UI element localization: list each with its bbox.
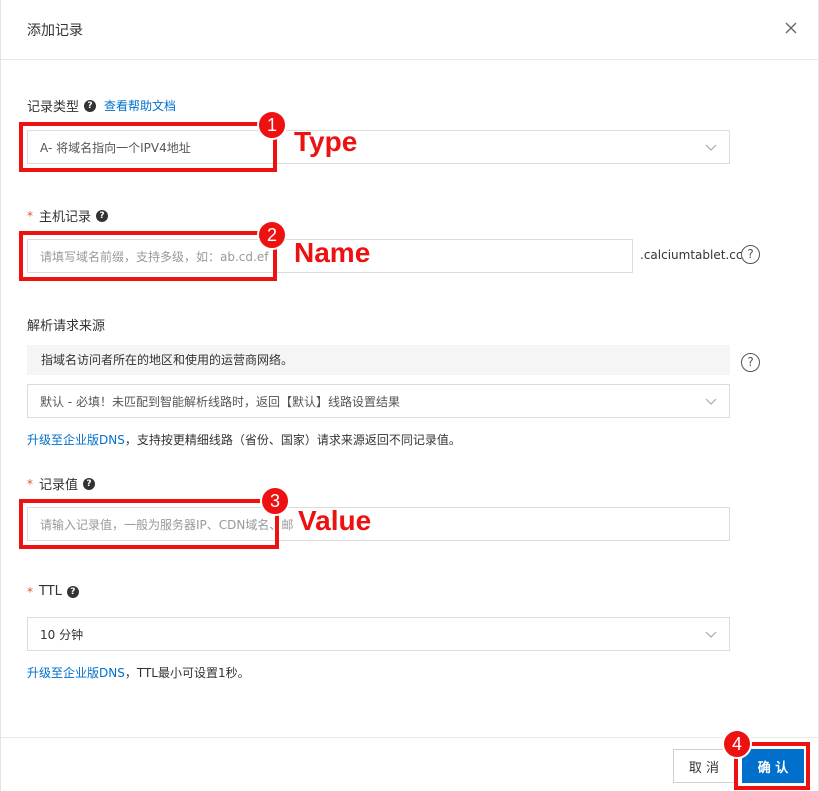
ttl-value: 10 分钟 <box>40 627 84 642</box>
domain-suffix: .calciumtablet.cc <box>640 248 743 262</box>
ttl-label-row: * TTL ? <box>27 584 79 599</box>
help-doc-link[interactable]: 查看帮助文档 <box>104 97 176 114</box>
source-value: 默认 - 必填！未匹配到智能解析线路时，返回【默认】线路设置结果 <box>40 394 400 409</box>
annotation-box-value <box>19 499 279 549</box>
help-icon[interactable]: ? <box>83 477 96 490</box>
required-mark: * <box>27 584 33 599</box>
annotation-number-1: 1 <box>257 110 287 140</box>
upgrade-dns-link[interactable]: 升级至企业版DNS <box>27 433 125 447</box>
host-record-label-row: * 主机记录 ? <box>27 206 109 225</box>
dialog-header: 添加记录 <box>1 0 819 60</box>
source-select[interactable]: 默认 - 必填！未匹配到智能解析线路时，返回【默认】线路设置结果 <box>27 384 730 418</box>
add-record-dialog: 添加记录 记录类型 ? 查看帮助文档 A- 将域名指向一个IPV4地址 * 主机… <box>0 0 819 791</box>
annotation-number-4: 4 <box>722 729 752 759</box>
close-icon[interactable] <box>782 19 800 37</box>
annotation-label-value: Value <box>298 505 372 536</box>
help-icon[interactable]: ? <box>96 209 109 222</box>
chevron-down-icon <box>705 144 717 151</box>
required-mark: * <box>27 208 33 223</box>
annotation-box-name <box>19 231 277 281</box>
upgrade-dns-link[interactable]: 升级至企业版DNS <box>27 666 125 680</box>
source-hint: 升级至企业版DNS，支持按更精细线路（省份、国家）请求来源返回不同记录值。 <box>27 431 461 448</box>
source-label-row: 解析请求来源 <box>27 315 105 334</box>
help-icon[interactable]: ? <box>84 99 97 112</box>
ttl-select[interactable]: 10 分钟 <box>27 617 730 651</box>
ttl-hint-text: ，TTL最小可设置1秒。 <box>124 666 250 680</box>
question-circle-icon[interactable]: ? <box>741 245 760 264</box>
help-icon[interactable]: ? <box>66 585 79 598</box>
annotation-label-type: Type <box>294 126 358 157</box>
source-hint-text: ，支持按更精细线路（省份、国家）请求来源返回不同记录值。 <box>124 433 461 447</box>
record-type-label-row: 记录类型 ? 查看帮助文档 <box>27 96 176 115</box>
record-type-label: 记录类型 <box>27 100 80 115</box>
chevron-down-icon <box>705 631 717 638</box>
annotation-label-name: Name <box>294 237 371 268</box>
source-description: 指域名访问者所在的地区和使用的运营商网络。 <box>27 345 730 375</box>
ttl-label: TTL <box>39 584 62 599</box>
dialog-title: 添加记录 <box>27 23 83 39</box>
question-circle-icon[interactable]: ? <box>741 353 760 372</box>
host-record-label: 主机记录 <box>39 210 92 225</box>
record-value-label: 记录值 <box>39 478 79 493</box>
annotation-box-type <box>19 122 277 172</box>
annotation-number-3: 3 <box>260 486 290 516</box>
required-mark: * <box>27 476 33 491</box>
ttl-hint: 升级至企业版DNS，TTL最小可设置1秒。 <box>27 664 250 681</box>
source-label: 解析请求来源 <box>27 319 106 334</box>
annotation-number-2: 2 <box>257 220 287 250</box>
record-value-label-row: * 记录值 ? <box>27 474 96 493</box>
chevron-down-icon <box>705 398 717 405</box>
